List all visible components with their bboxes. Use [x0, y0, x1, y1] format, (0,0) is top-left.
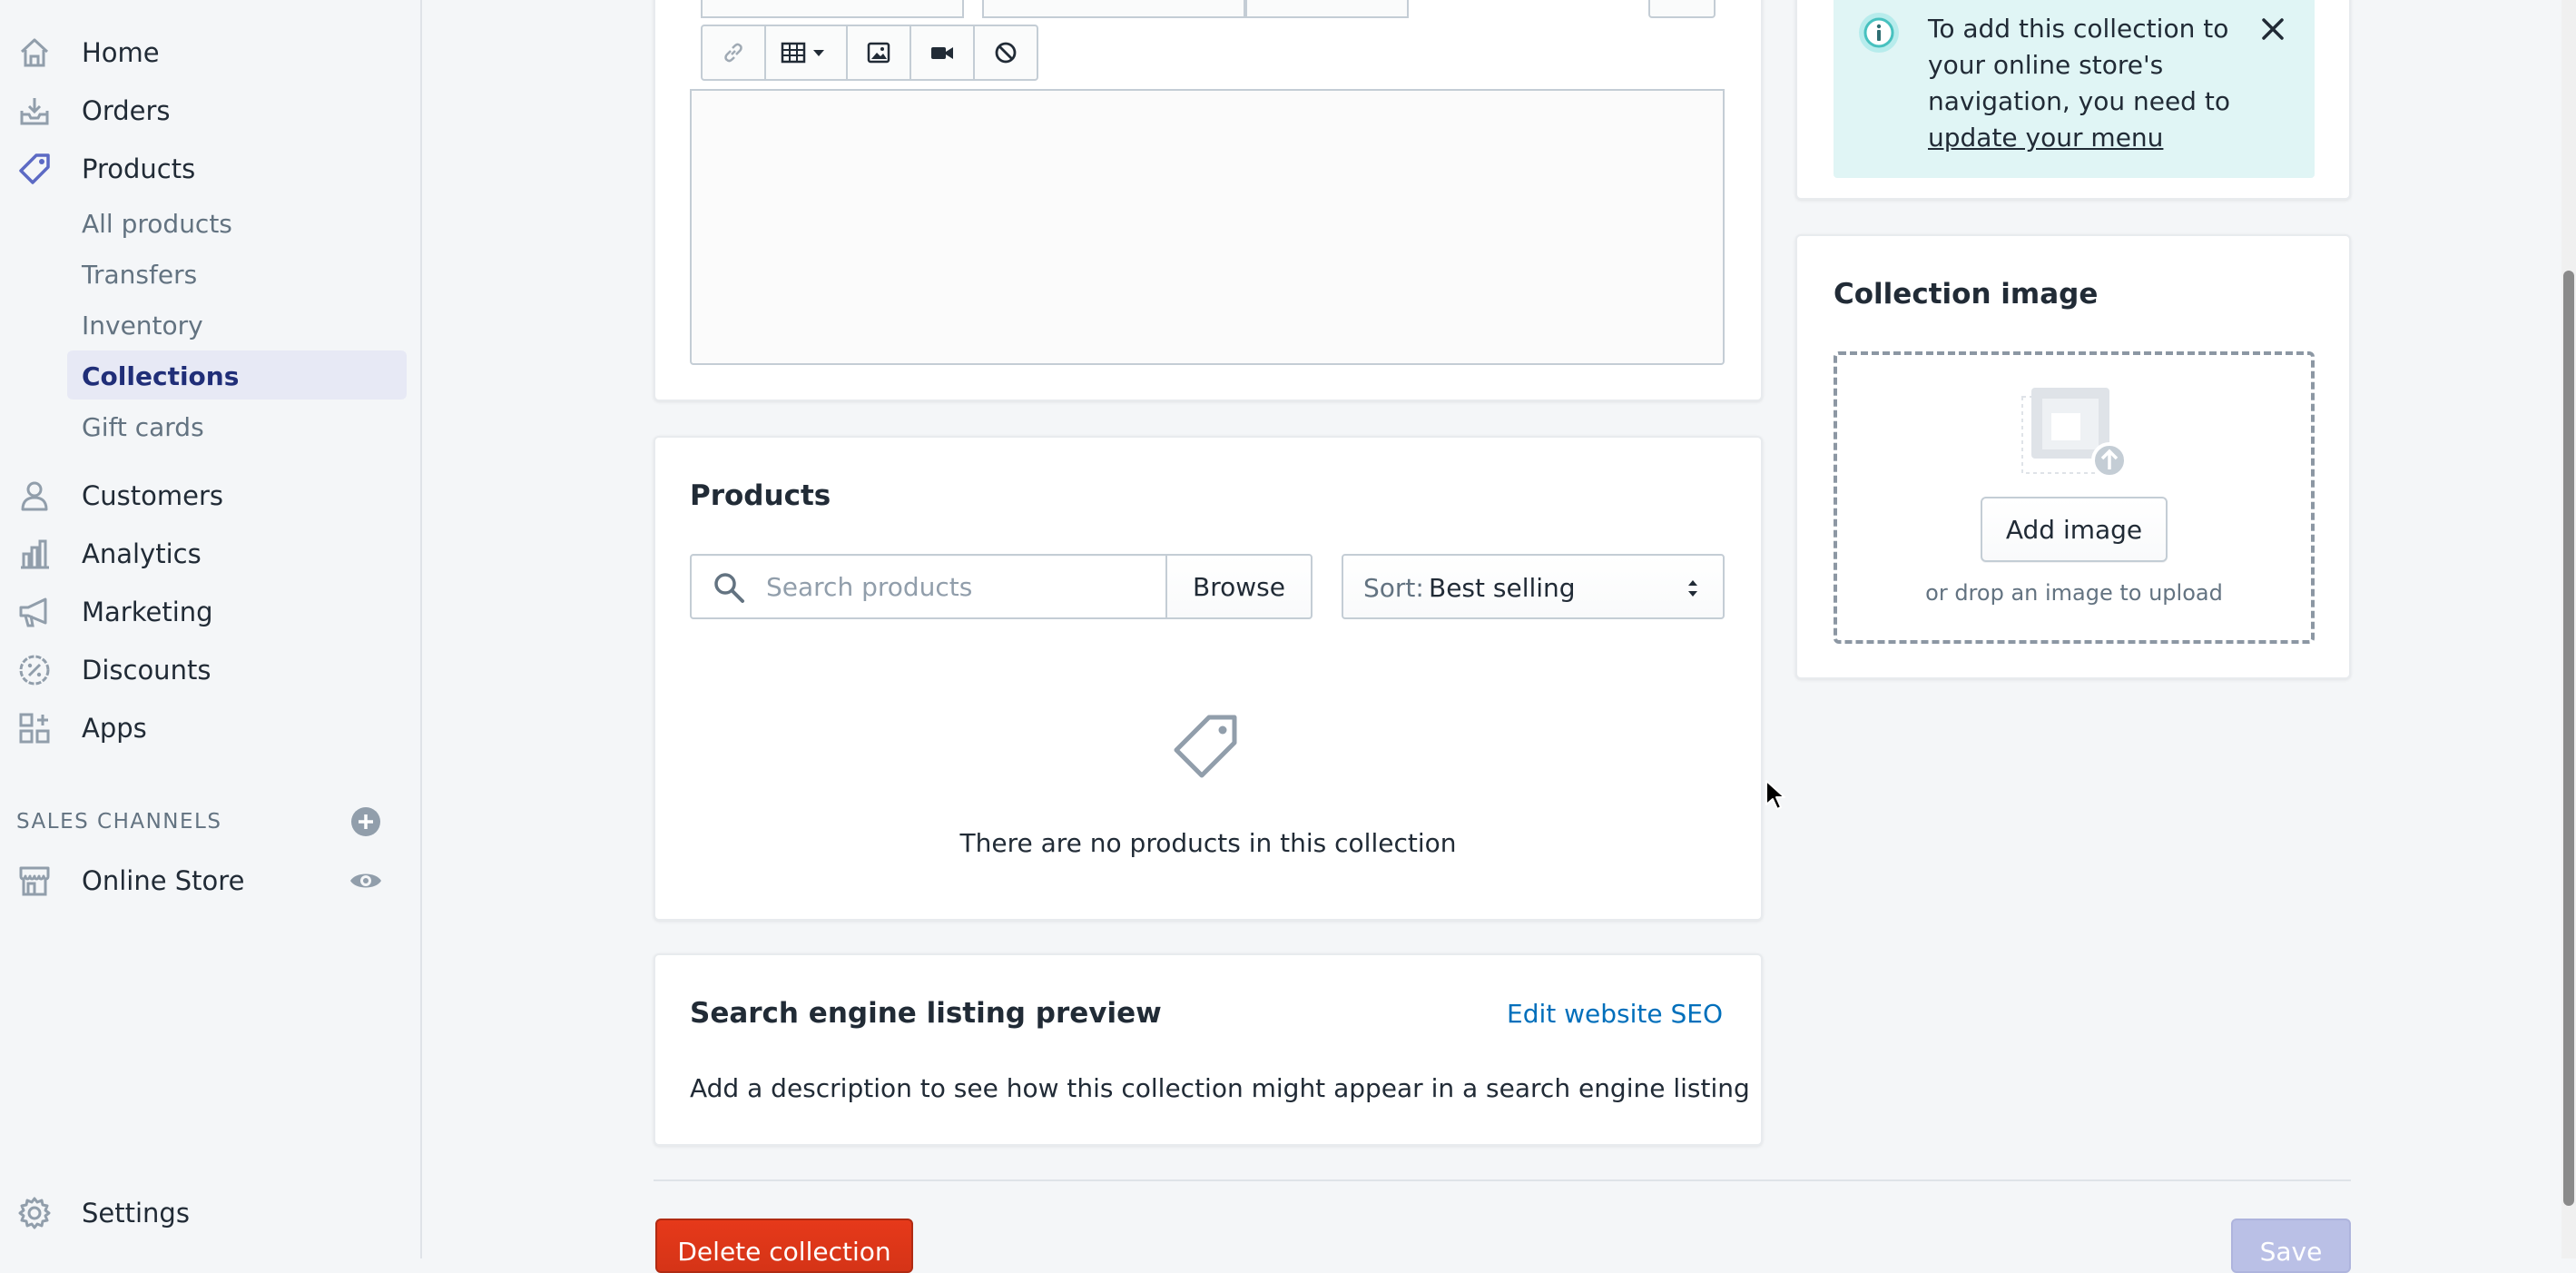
info-banner-line: your online store's [1928, 50, 2164, 80]
sidebar-item-label: Inventory [82, 311, 203, 340]
sidebar-item-all-products[interactable]: All products [67, 198, 407, 247]
insert-link-button[interactable] [701, 25, 766, 81]
nav-settings-label: Settings [82, 1198, 190, 1229]
orders-icon [16, 93, 53, 129]
nav-orders[interactable]: Orders [0, 85, 422, 136]
products-card-title: Products [690, 479, 831, 512]
apps-icon [16, 710, 53, 746]
discount-icon [16, 652, 53, 688]
page-actions-divider [654, 1179, 2351, 1181]
sidebar-item-collections[interactable]: Collections [67, 350, 407, 400]
seo-description: Add a description to see how this collec… [690, 1073, 1750, 1103]
collection-image-title: Collection image [1834, 278, 2099, 311]
video-icon [929, 40, 955, 65]
nav-home[interactable]: Home [0, 27, 422, 78]
mouse-cursor-icon [1765, 779, 1788, 812]
nav-home-label: Home [82, 37, 160, 68]
nav-apps[interactable]: Apps [0, 703, 422, 754]
nav-marketing-label: Marketing [82, 597, 213, 627]
delete-collection-button[interactable]: Delete collection [655, 1219, 913, 1273]
close-icon[interactable] [2256, 13, 2289, 45]
gear-icon [16, 1195, 53, 1231]
sort-select[interactable]: Sort: Best selling [1342, 554, 1725, 619]
search-icon [712, 570, 746, 605]
sort-label: Sort: [1363, 573, 1424, 603]
sidebar-item-gift-cards[interactable]: Gift cards [67, 401, 407, 450]
sales-channels-heading: SALES CHANNELS [16, 810, 222, 834]
browse-button[interactable]: Browse [1165, 554, 1313, 619]
sidebar-item-label: Gift cards [82, 412, 204, 442]
nav-online-store-label: Online Store [82, 865, 245, 896]
seo-card [654, 953, 1763, 1146]
clear-formatting-icon [993, 40, 1018, 65]
sort-value: Best selling [1429, 573, 1576, 603]
edit-seo-link[interactable]: Edit website SEO [1507, 999, 1723, 1029]
bar-chart-icon [16, 536, 53, 572]
nav-analytics[interactable]: Analytics [0, 528, 422, 579]
store-icon [16, 863, 53, 899]
sidebar: Home Orders Products All products Transf… [0, 0, 422, 1258]
nav-customers-label: Customers [82, 480, 223, 511]
toolbar-group-align[interactable] [1245, 0, 1409, 18]
drop-hint: or drop an image to upload [1925, 580, 2223, 606]
megaphone-icon [16, 594, 53, 630]
search-products-field[interactable] [690, 554, 1167, 619]
insert-video-button[interactable] [909, 25, 975, 81]
nav-settings[interactable]: Settings [0, 1188, 422, 1238]
select-arrows-icon [1685, 576, 1701, 601]
insert-image-button[interactable] [846, 25, 911, 81]
nav-customers[interactable]: Customers [0, 470, 422, 521]
nav-orders-label: Orders [82, 95, 171, 126]
info-banner: To add this collection to your online st… [1834, 0, 2315, 178]
sidebar-item-label: All products [82, 209, 232, 239]
editor-toolbar-row-top [699, 0, 1716, 18]
nav-discounts[interactable]: Discounts [0, 645, 422, 696]
home-icon [16, 35, 53, 71]
sidebar-item-label: Collections [82, 361, 240, 391]
add-image-button[interactable]: Add image [1981, 497, 2168, 562]
search-input[interactable] [764, 556, 1155, 617]
info-banner-text: To add this collection to your online st… [1928, 11, 2273, 156]
empty-tag-icon [1171, 712, 1242, 783]
image-drop-zone[interactable]: Add image or drop an image to upload [1834, 351, 2315, 644]
link-icon [721, 40, 746, 65]
image-icon [866, 40, 891, 65]
nav-analytics-label: Analytics [82, 538, 202, 569]
sidebar-item-transfers[interactable]: Transfers [67, 249, 407, 298]
update-menu-link[interactable]: update your menu [1928, 123, 2163, 153]
info-banner-line: navigation, you need to [1928, 86, 2230, 116]
save-button[interactable]: Save [2231, 1219, 2351, 1273]
person-icon [16, 478, 53, 514]
add-channel-icon[interactable] [348, 804, 384, 840]
info-icon [1857, 11, 1901, 54]
eye-icon[interactable] [348, 863, 384, 899]
tag-icon [16, 151, 53, 187]
empty-state-message: There are no products in this collection [959, 828, 1457, 858]
clear-formatting-button[interactable] [973, 25, 1038, 81]
nav-products-label: Products [82, 153, 196, 184]
seo-card-title: Search engine listing preview [690, 997, 1162, 1030]
sidebar-item-label: Transfers [82, 260, 198, 290]
sidebar-item-inventory[interactable]: Inventory [67, 300, 407, 349]
insert-table-button[interactable] [764, 25, 848, 81]
toolbar-group-format[interactable] [701, 0, 964, 18]
nav-marketing[interactable]: Marketing [0, 587, 422, 637]
scrollbar-thumb[interactable] [2563, 271, 2574, 1206]
toolbar-html-toggle[interactable] [1648, 0, 1716, 18]
table-icon [781, 40, 831, 65]
nav-apps-label: Apps [82, 713, 147, 744]
info-banner-line: To add this collection to [1928, 14, 2229, 44]
toolbar-group-lists[interactable] [982, 0, 1245, 18]
image-upload-icon [2019, 382, 2131, 482]
nav-discounts-label: Discounts [82, 655, 211, 686]
nav-products[interactable]: Products [0, 143, 422, 194]
description-editor[interactable] [690, 89, 1725, 365]
